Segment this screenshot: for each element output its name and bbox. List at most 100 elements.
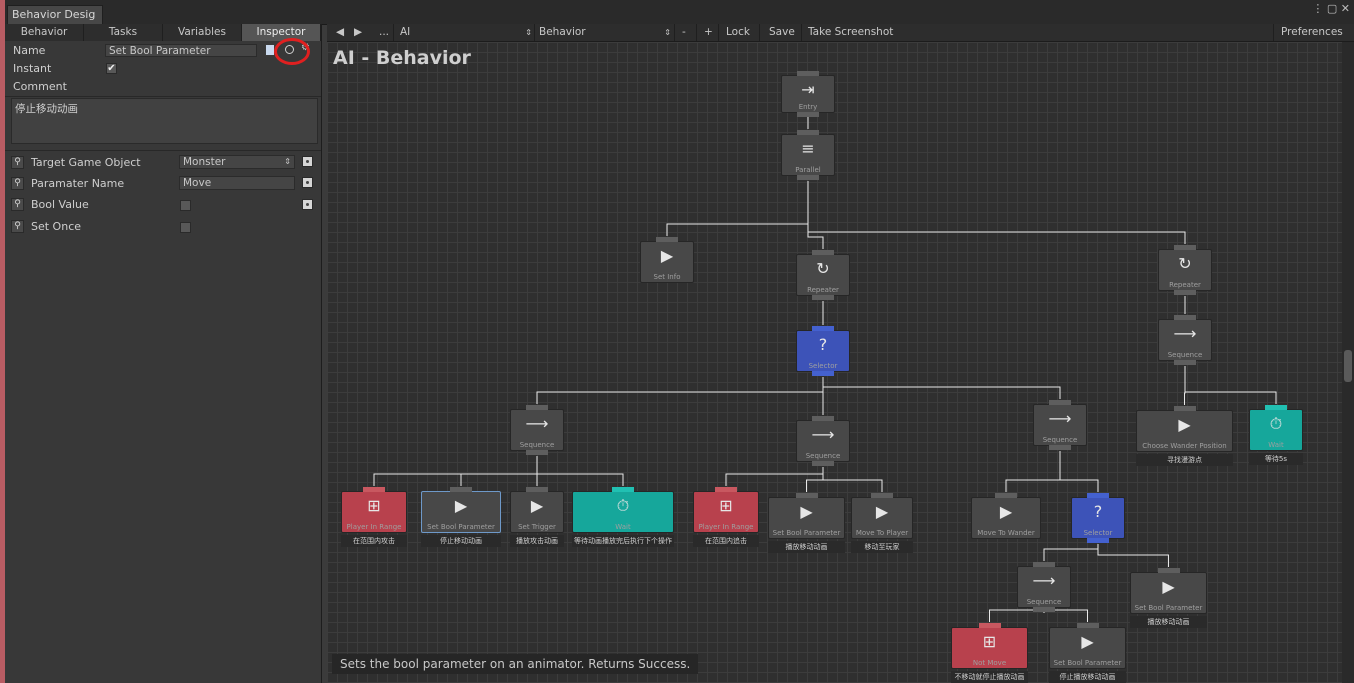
vertical-scrollbar[interactable] (1342, 42, 1354, 683)
node-input-port[interactable] (1157, 568, 1180, 573)
node-output-port[interactable] (797, 175, 819, 180)
magnifier-icon[interactable]: ⚲ (11, 177, 24, 190)
task-node-seq2[interactable]: ⟶ Sequence (796, 416, 850, 466)
node-input-port[interactable] (1174, 245, 1196, 250)
parameter-name-field[interactable]: Move (179, 176, 295, 190)
task-node-wait1[interactable]: ⏱ Wait (572, 487, 674, 533)
task-node-cwp[interactable]: ▶ Choose Wander Position (1136, 406, 1233, 452)
task-icon: ⟶ (1032, 571, 1056, 590)
node-output-port[interactable] (797, 112, 819, 117)
graph-canvas[interactable]: AI - Behavior ⇥ Entry ≡ Parallel ▶ Set Info ↻ R… (327, 42, 1342, 683)
node-output-port[interactable] (812, 371, 834, 376)
node-input-port[interactable] (612, 487, 634, 492)
task-node-repeater1[interactable]: ↻ Repeater (796, 250, 850, 300)
node-input-port[interactable] (797, 71, 819, 76)
back-button[interactable]: ◀ (336, 24, 344, 41)
node-input-port[interactable] (871, 493, 893, 498)
scrollbar-thumb[interactable] (1344, 350, 1352, 382)
node-input-port[interactable] (812, 416, 834, 421)
take-screenshot-button[interactable]: Take Screenshot (808, 24, 893, 41)
name-field[interactable]: Set Bool Parameter (105, 44, 257, 57)
node-input-port[interactable] (995, 493, 1017, 498)
node-output-port[interactable] (1174, 360, 1196, 365)
node-input-port[interactable] (797, 130, 819, 135)
variable-toggle-dot[interactable] (302, 156, 313, 167)
node-output-port[interactable] (1174, 290, 1196, 295)
task-node-sbp_sel[interactable]: ▶ Set Bool Parameter (421, 487, 501, 533)
node-input-port[interactable] (1049, 400, 1071, 405)
node-input-port[interactable] (1265, 405, 1287, 410)
magnifier-icon[interactable]: ⚲ (11, 198, 24, 211)
node-input-port[interactable] (1087, 493, 1109, 498)
task-node-selector1[interactable]: ? Selector (796, 326, 850, 376)
window-tab[interactable]: Behavior Desig (7, 5, 103, 24)
lock-button[interactable]: Lock (726, 24, 750, 41)
node-input-port[interactable] (363, 487, 385, 492)
node-input-port[interactable] (812, 250, 834, 255)
task-node-mtw[interactable]: ▶ Move To Wander (971, 493, 1041, 539)
node-output-port[interactable] (1087, 538, 1109, 543)
node-input-port[interactable] (656, 237, 678, 242)
task-node-sbp2[interactable]: ▶ Set Bool Parameter (768, 493, 845, 539)
instant-label: Instant (13, 62, 52, 75)
node-input-port[interactable] (812, 326, 834, 331)
field-label: Set Once (31, 220, 82, 233)
node-output-port[interactable] (812, 295, 834, 300)
remove-behavior-button[interactable]: - (682, 24, 686, 41)
node-input-port[interactable] (715, 487, 737, 492)
task-node-sbp4[interactable]: ▶ Set Bool Parameter (1049, 623, 1126, 669)
task-node-pir2[interactable]: ⊞ Player In Range (693, 487, 759, 533)
magnifier-icon[interactable]: ⚲ (11, 220, 24, 233)
node-input-port[interactable] (795, 493, 818, 498)
task-node-seq_r[interactable]: ⟶ Sequence (1158, 315, 1212, 365)
magnifier-icon[interactable]: ⚲ (11, 156, 24, 169)
more-button[interactable]: ... (379, 24, 389, 41)
node-input-port[interactable] (450, 487, 472, 492)
save-button[interactable]: Save (769, 24, 795, 41)
tab-behavior[interactable]: Behavior (5, 24, 84, 41)
task-node-repeater2[interactable]: ↻ Repeater (1158, 245, 1212, 295)
node-input-port[interactable] (1174, 315, 1196, 320)
behavior-dropdown[interactable]: Behavior ⇕ (539, 24, 671, 41)
node-title: Not Move (972, 659, 1007, 667)
task-node-seq4[interactable]: ⟶ Sequence (1017, 562, 1071, 612)
instant-checkbox[interactable]: ✔ (106, 63, 117, 74)
task-node-wait_r[interactable]: ⏱ Wait (1249, 405, 1303, 451)
task-node-selector2[interactable]: ? Selector (1071, 493, 1125, 543)
target-game-object-dropdown[interactable]: Monster ⇕ (179, 155, 295, 169)
window-controls[interactable]: ⋮ ▢ ✕ (1312, 2, 1350, 15)
task-node-pir1[interactable]: ⊞ Player In Range (341, 487, 407, 533)
tab-inspector[interactable]: Inspector (242, 24, 321, 41)
task-node-settrig[interactable]: ▶ Set Trigger (510, 487, 564, 533)
node-input-port[interactable] (526, 405, 548, 410)
bool-value-checkbox[interactable] (180, 200, 191, 211)
task-node-setinfo[interactable]: ▶ Set Info (640, 237, 694, 283)
task-node-seq1[interactable]: ⟶ Sequence (510, 405, 564, 455)
task-node-seq3[interactable]: ⟶ Sequence (1033, 400, 1087, 450)
node-output-port[interactable] (526, 450, 548, 455)
task-node-sbp3[interactable]: ▶ Set Bool Parameter (1130, 568, 1207, 614)
add-behavior-button[interactable]: + (704, 24, 713, 41)
node-input-port[interactable] (1173, 406, 1196, 411)
task-node-entry[interactable]: ⇥ Entry (781, 71, 835, 117)
node-output-port[interactable] (1033, 607, 1055, 612)
task-node-mtp[interactable]: ▶ Move To Player (851, 493, 913, 539)
tab-tasks[interactable]: Tasks (84, 24, 163, 41)
preferences-button[interactable]: Preferences (1281, 24, 1343, 41)
task-node-notmove[interactable]: ⊞ Not Move (951, 623, 1028, 669)
variable-toggle-dot[interactable] (302, 199, 313, 210)
object-dropdown[interactable]: AI ⇕ (400, 24, 532, 41)
tab-variables[interactable]: Variables (163, 24, 242, 41)
task-node-parallel[interactable]: ≡ Parallel (781, 130, 835, 180)
node-output-port[interactable] (1049, 445, 1071, 450)
forward-button[interactable]: ▶ (354, 24, 362, 41)
node-input-port[interactable] (1033, 562, 1055, 567)
set-once-checkbox[interactable] (180, 222, 191, 233)
node-input-port[interactable] (526, 487, 548, 492)
node-input-port[interactable] (1076, 623, 1099, 628)
task-icon: ▶ (999, 502, 1013, 521)
comment-textarea[interactable]: 停止移动动画 (11, 98, 318, 144)
node-input-port[interactable] (978, 623, 1001, 628)
variable-toggle-dot[interactable] (302, 177, 313, 188)
node-output-port[interactable] (812, 461, 834, 466)
